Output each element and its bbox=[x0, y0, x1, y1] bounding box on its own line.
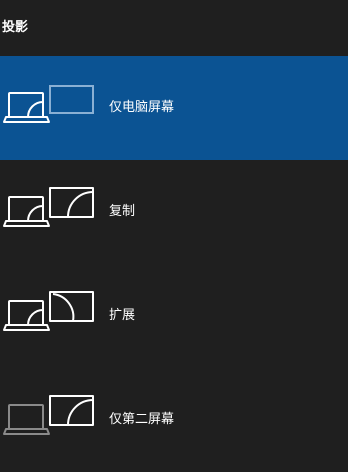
option-label: 复制 bbox=[109, 204, 136, 219]
panel-title: 投影 bbox=[2, 20, 29, 35]
option-duplicate[interactable]: 复制 bbox=[0, 160, 348, 264]
option-label: 仅电脑屏幕 bbox=[109, 100, 175, 115]
pc-screen-only-icon bbox=[0, 56, 100, 160]
option-second-screen-only[interactable]: 仅第二屏幕 bbox=[0, 368, 348, 472]
duplicate-icon bbox=[0, 160, 100, 264]
option-label: 扩展 bbox=[109, 308, 136, 323]
option-pc-screen-only[interactable]: 仅电脑屏幕 bbox=[0, 56, 348, 160]
option-extend[interactable]: 扩展 bbox=[0, 264, 348, 368]
second-screen-only-icon bbox=[0, 368, 100, 472]
option-label: 仅第二屏幕 bbox=[109, 412, 175, 427]
extend-icon bbox=[0, 264, 100, 368]
